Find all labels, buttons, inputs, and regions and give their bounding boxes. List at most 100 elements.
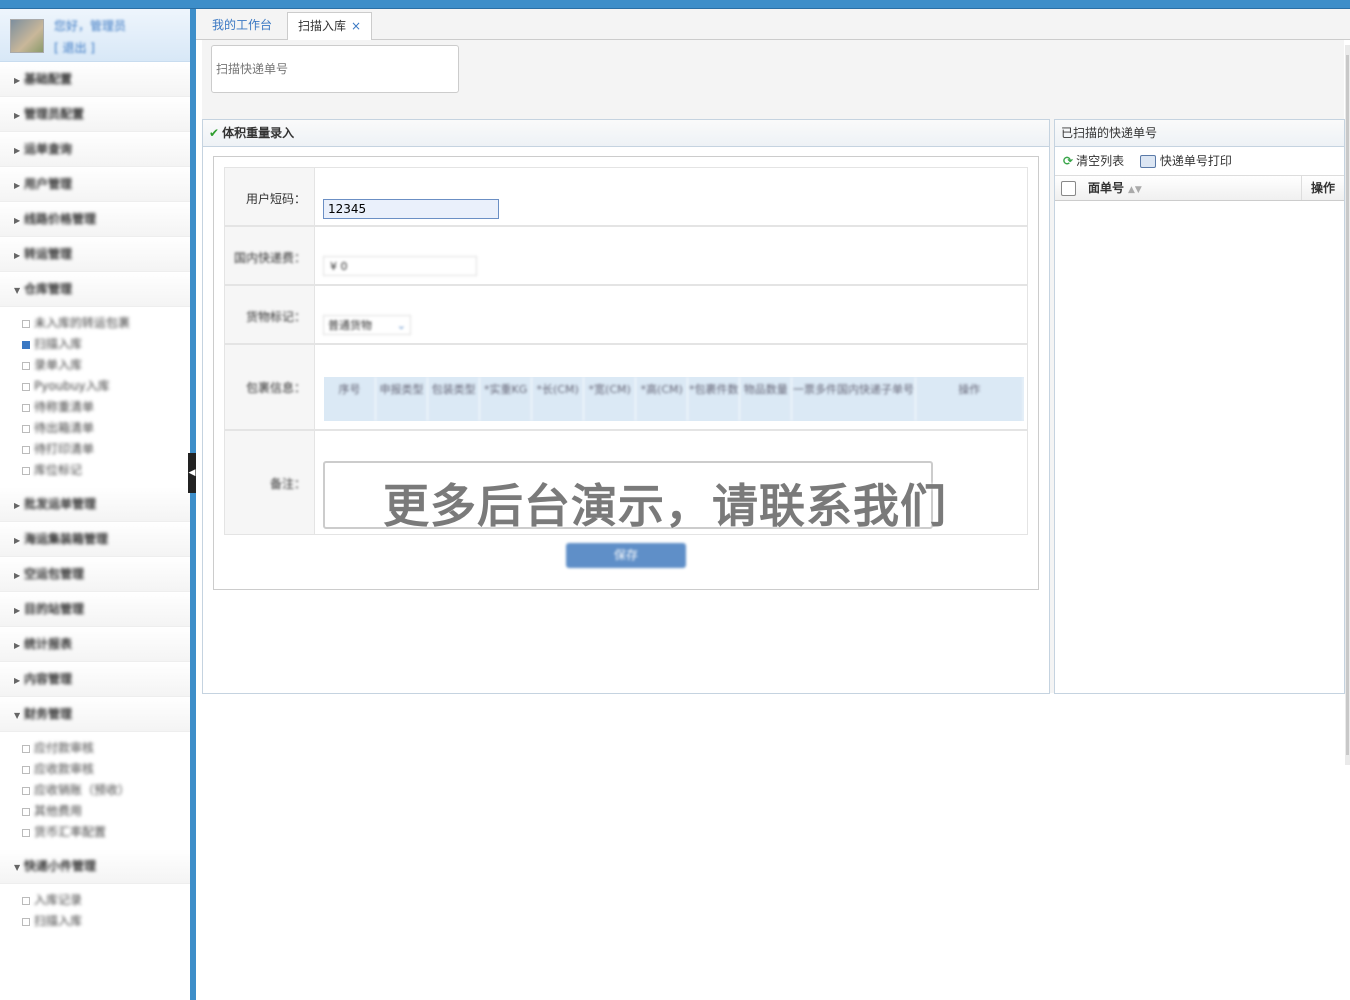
sidebar-group-label: 快递小件管理 (24, 859, 97, 873)
sidebar-group[interactable]: ▶ 运单查询 (0, 132, 190, 167)
sidebar-item[interactable]: 待出箱清单 (0, 418, 190, 439)
sidebar-item-label: 其他费用 (34, 804, 83, 818)
page-scrollbar[interactable] (1345, 45, 1350, 765)
sidebar-group[interactable]: ▶ 统计报表 (0, 627, 190, 662)
tab-workbench[interactable]: 我的工作台 (202, 12, 282, 39)
close-icon[interactable]: × (351, 19, 361, 33)
sidebar-item[interactable]: Pyoubuy入库 (0, 376, 190, 397)
clear-list-button[interactable]: ⟳ 清空列表 (1063, 154, 1124, 168)
scan-tracking-input[interactable] (211, 45, 459, 93)
sidebar-group-label: 运单查询 (24, 142, 73, 156)
label-cell: 国内快递费： (225, 227, 315, 284)
bullet-icon (22, 319, 30, 328)
bullet-icon (22, 786, 30, 795)
user-code-label: 用户短码： (245, 192, 306, 206)
sidebar-group-label: 内容管理 (24, 672, 73, 686)
sidebar-sublist: 入库记录扫描入库 (0, 884, 190, 938)
sidebar-item[interactable]: 扫描入库 (0, 911, 190, 932)
sidebar-nav: ▶ 基础配置 ▶ 管理员配置 ▶ 运单查询 ▶ 用户管理 ▶ 线路价格管理 ▶ 转运管理 ▼ 仓库管理 未入… (0, 62, 190, 938)
package-column-header: 包装类型 (428, 377, 481, 421)
column-waybill-no[interactable]: 面单号 ▲▼ (1088, 176, 1142, 202)
refresh-icon: ⟳ (1063, 154, 1074, 168)
package-column-header: *包裹件数 (688, 377, 741, 421)
sidebar-item[interactable]: 未入库的转运包裹 (0, 313, 190, 334)
cargo-mark-label: 货物标记： (245, 310, 306, 324)
sidebar-group[interactable]: ▼ 财务管理 (0, 697, 190, 732)
sort-icon: ▲▼ (1128, 185, 1142, 195)
sidebar-item[interactable]: 应付款审核 (0, 738, 190, 759)
sidebar-item[interactable]: 待称重清单 (0, 397, 190, 418)
sidebar-item-label: 应付款审核 (34, 741, 95, 755)
panel-title: ✔ 体积重量录入 (203, 120, 1049, 147)
sidebar-item-label: 扫描入库 (34, 914, 83, 928)
sidebar-item-label: 待打印清单 (34, 442, 95, 456)
select-all-checkbox[interactable] (1061, 181, 1076, 196)
sidebar-item-label: 应收销账（预收） (34, 783, 131, 797)
printer-icon (1139, 155, 1156, 168)
sidebar-item[interactable]: 应收款审核 (0, 759, 190, 780)
sidebar-collapse-icon[interactable]: ◀ (188, 453, 196, 493)
scanned-grid-header: 面单号 ▲▼ 操作 (1055, 176, 1344, 201)
sidebar-group-label: 批发运单管理 (24, 497, 97, 511)
sidebar-item[interactable]: 库位标记 (0, 460, 190, 481)
domestic-fee-label: 国内快递费： (233, 251, 306, 265)
sidebar-group[interactable]: ▶ 目的站管理 (0, 592, 190, 627)
package-info-label: 包裹信息： (245, 381, 306, 395)
sidebar-group-label: 管理员配置 (24, 107, 85, 121)
sidebar-group-label: 目的站管理 (24, 602, 85, 616)
tab-label: 扫描入库 (298, 19, 347, 33)
tab-scan-inbound[interactable]: 扫描入库 × (287, 12, 373, 41)
bullet-icon (22, 382, 30, 391)
caret-right-icon: ▶ (14, 216, 21, 225)
print-tracking-button[interactable]: 快递单号打印 (1139, 154, 1232, 168)
sidebar-item[interactable]: 入库记录 (0, 890, 190, 911)
sidebar-group[interactable]: ▶ 线路价格管理 (0, 202, 190, 237)
package-table-header: 序号 申报类型 包装类型 *实重KG *长(CM) *宽(CM) *高(CM) *包裹件数 物品… (324, 377, 1024, 421)
row-domestic-fee: 国内快递费： ¥ 0 (224, 226, 1028, 285)
caret-right-icon: ▶ (14, 181, 21, 190)
scanned-title: 已扫描的快递单号 (1055, 120, 1344, 147)
sidebar-group-label: 空运包管理 (24, 567, 85, 581)
sidebar-item[interactable]: 录单入库 (0, 355, 190, 376)
chevron-down-icon: ⌄ (396, 319, 406, 332)
sidebar-group[interactable]: ▶ 海运集装箱管理 (0, 522, 190, 557)
package-column-header: *宽(CM) (584, 377, 637, 421)
scanned-list-panel: 已扫描的快递单号 ⟳ 清空列表 快递单号打印 面单号 ▲▼ 操作 (1054, 119, 1345, 694)
sidebar-item[interactable]: 货币汇率配置 (0, 822, 190, 843)
sidebar-group[interactable]: ▶ 管理员配置 (0, 97, 190, 132)
caret-right-icon: ▶ (14, 536, 21, 545)
sidebar-group[interactable]: ▶ 基础配置 (0, 62, 190, 97)
scrollbar-thumb[interactable] (1346, 55, 1349, 755)
user-code-input[interactable] (323, 199, 499, 219)
bullet-icon (22, 424, 30, 433)
sidebar-group[interactable]: ▶ 内容管理 (0, 662, 190, 697)
bullet-icon (22, 340, 30, 349)
caret-right-icon: ▶ (14, 111, 21, 120)
sidebar-item[interactable]: 扫描入库 (0, 334, 190, 355)
sidebar-group[interactable]: ▼ 仓库管理 (0, 272, 190, 307)
sidebar-border (190, 9, 196, 1000)
sidebar-group[interactable]: ▶ 批发运单管理 (0, 487, 190, 522)
sidebar-item[interactable]: 其他费用 (0, 801, 190, 822)
save-button[interactable]: 保存 (566, 543, 686, 568)
tab-label: 我的工作台 (212, 18, 273, 32)
sidebar-item-label: 待称重清单 (34, 400, 95, 414)
cargo-mark-select[interactable]: 普通货物 ⌄ (323, 315, 411, 335)
sidebar-group[interactable]: ▶ 空运包管理 (0, 557, 190, 592)
sidebar-group[interactable]: ▶ 转运管理 (0, 237, 190, 272)
sidebar-item[interactable]: 待打印清单 (0, 439, 190, 460)
logout-link[interactable]: [ 退出 ] (54, 39, 95, 56)
sidebar: 您好，管理员 [ 退出 ] ▶ 基础配置 ▶ 管理员配置 ▶ 运单查询 ▶ 用户管理 ▶ 线路价格… (0, 9, 190, 1000)
caret-down-icon: ▼ (14, 711, 21, 720)
domestic-fee-input[interactable]: ¥ 0 (323, 256, 477, 276)
sidebar-item[interactable]: 应收销账（预收） (0, 780, 190, 801)
save-button-label: 保存 (613, 548, 638, 562)
sidebar-group-label: 仓库管理 (24, 282, 73, 296)
sidebar-group-label: 线路价格管理 (24, 212, 97, 226)
package-column-header: *实重KG (480, 377, 533, 421)
sidebar-item-label: 录单入库 (34, 358, 83, 372)
caret-right-icon: ▶ (14, 606, 21, 615)
bullet-icon (22, 361, 30, 370)
sidebar-group[interactable]: ▶ 用户管理 (0, 167, 190, 202)
sidebar-group[interactable]: ▼ 快递小件管理 (0, 849, 190, 884)
